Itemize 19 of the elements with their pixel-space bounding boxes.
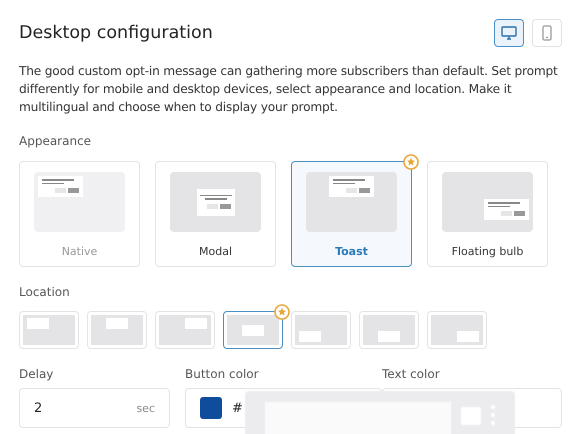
phone-icon [542,25,552,41]
option-label: Native [62,245,98,258]
field-label: Text color [382,367,441,381]
field-label: Delay [19,367,54,381]
appearance-option[interactable]: Modal [155,161,276,267]
delay-field[interactable]: 2 sec [19,388,170,428]
monitor-icon [501,26,517,40]
device-toggle[interactable] [494,19,524,47]
option-label: Toast [335,245,368,258]
option-label: Floating bulb [452,245,524,258]
description-text: The good custom opt-in message can gathering more subscribers than default. Set prompt differently for mobile and desktop devices, select appearance and location. Make it multilingual and choose when to display your prompt. [19,63,559,116]
option-label: Modal [199,245,232,258]
section-label: Appearance [19,134,92,148]
section-label: Location [19,285,71,299]
field-label: Button color [185,367,260,381]
appearance-option[interactable]: Floating bulb [427,161,548,267]
page-title: Desktop configuration [19,23,213,43]
location-option[interactable] [223,311,283,349]
appearance-option[interactable]: Toast [291,161,412,267]
